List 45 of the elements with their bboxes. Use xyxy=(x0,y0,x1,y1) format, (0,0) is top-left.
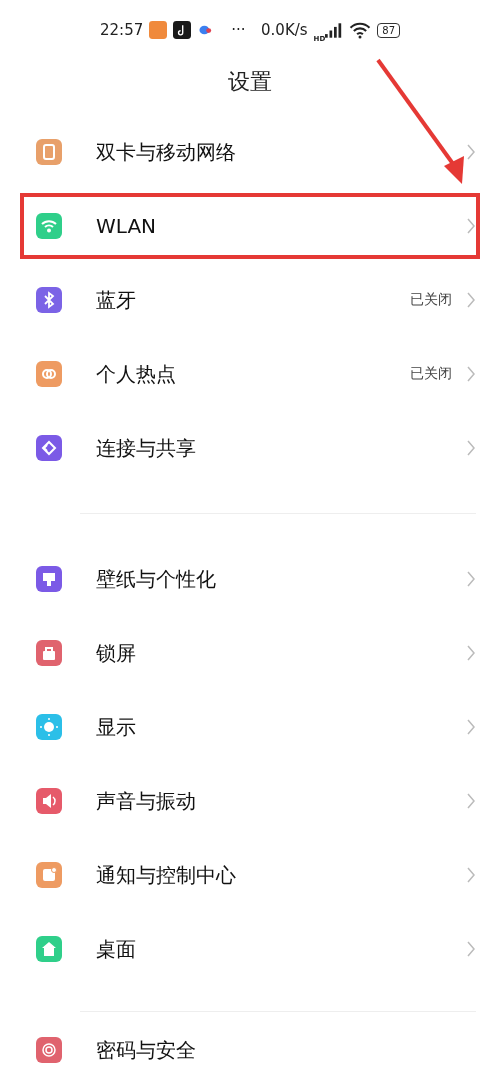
settings-item[interactable]: 声音与振动 xyxy=(0,764,500,838)
item-status: 已关闭 xyxy=(410,365,452,383)
settings-item[interactable]: 显示 xyxy=(0,690,500,764)
network-speed: 0.0K/s xyxy=(261,21,308,39)
chevron-icon xyxy=(466,644,476,662)
settings-item[interactable]: 连接与共享 xyxy=(0,411,500,485)
chevron-icon xyxy=(466,570,476,588)
signal-icon xyxy=(325,22,344,38)
chevron-icon xyxy=(466,718,476,736)
item-label: 壁纸与个性化 xyxy=(96,565,217,593)
page-title: 设置 xyxy=(228,68,272,96)
settings-item[interactable]: WLAN xyxy=(16,189,484,263)
chevron-icon xyxy=(466,940,476,958)
item-label: 个人热点 xyxy=(96,360,177,388)
item-label: 通知与控制中心 xyxy=(96,861,237,889)
settings-item[interactable]: 壁纸与个性化 xyxy=(0,542,500,616)
item-label: WLAN xyxy=(96,214,158,238)
wifi-icon xyxy=(349,21,372,39)
settings-item[interactable]: 通知与控制中心 xyxy=(0,838,500,912)
settings-item[interactable]: 密码与安全 xyxy=(0,1037,500,1084)
chevron-icon xyxy=(466,792,476,810)
item-label: 密码与安全 xyxy=(96,1037,197,1064)
more-notifications: ··· xyxy=(231,21,246,39)
chevron-icon xyxy=(466,143,476,161)
settings-item[interactable]: 锁屏 xyxy=(0,616,500,690)
status-time: 22:57 xyxy=(100,21,144,39)
item-label: 显示 xyxy=(96,713,137,741)
settings-item[interactable]: 蓝牙 已关闭 xyxy=(0,263,500,337)
chevron-icon xyxy=(466,217,476,235)
settings-item[interactable]: 桌面 xyxy=(0,912,500,986)
chevron-icon xyxy=(466,291,476,309)
battery-indicator: 87 xyxy=(377,22,400,38)
app-notification-icon xyxy=(173,21,192,39)
settings-item[interactable]: 个人热点 已关闭 xyxy=(0,337,500,411)
item-label: 桌面 xyxy=(96,935,137,963)
item-label: 连接与共享 xyxy=(96,434,197,462)
item-label: 双卡与移动网络 xyxy=(96,138,237,166)
item-status: 已关闭 xyxy=(410,291,452,309)
app-notification-icon xyxy=(149,21,168,39)
item-label: 锁屏 xyxy=(96,639,137,667)
chevron-icon xyxy=(466,866,476,884)
chevron-icon xyxy=(466,365,476,383)
item-label: 声音与振动 xyxy=(96,787,197,815)
item-label: 蓝牙 xyxy=(96,286,137,314)
chevron-icon xyxy=(466,439,476,457)
